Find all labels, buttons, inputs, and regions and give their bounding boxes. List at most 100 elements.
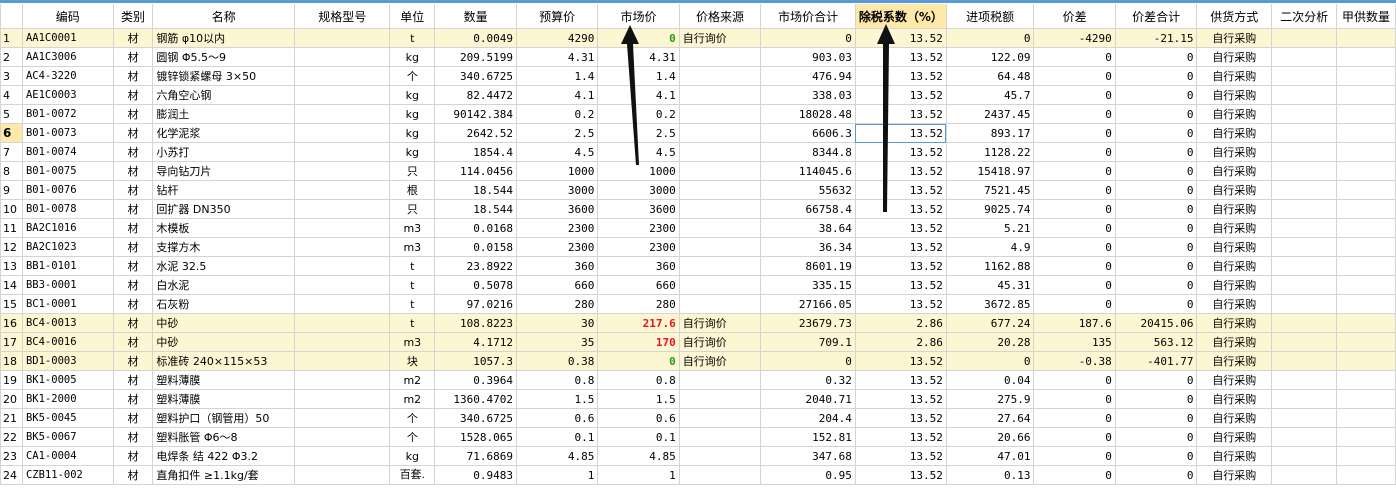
tax-coefficient-cell[interactable]: 13.52	[854, 370, 947, 390]
budget-price-cell[interactable]: 35	[515, 332, 599, 352]
code-cell[interactable]: BB3-0001	[21, 275, 114, 295]
price-diff-total-cell[interactable]: 0	[1114, 465, 1198, 485]
secondary-analysis-cell[interactable]	[1271, 465, 1337, 485]
quantity-cell[interactable]: 0.0158	[434, 237, 517, 257]
budget-price-cell[interactable]: 0.6	[515, 408, 599, 428]
category-cell[interactable]: 材	[112, 85, 154, 105]
price-diff-cell[interactable]: 135	[1033, 332, 1116, 352]
owner-supplied-qty-cell[interactable]	[1336, 47, 1396, 67]
market-price-cell[interactable]: 4.31	[597, 47, 680, 67]
unit-cell[interactable]: kg	[389, 104, 436, 124]
row-number[interactable]: 20	[0, 389, 23, 409]
market-total-cell[interactable]: 0	[760, 28, 856, 48]
spec-cell[interactable]	[294, 370, 391, 390]
tax-coefficient-cell[interactable]: 13.52	[854, 123, 947, 143]
name-cell[interactable]: 塑料薄膜	[152, 370, 296, 390]
price-diff-total-cell[interactable]: 20415.06	[1114, 313, 1198, 333]
input-tax-cell[interactable]: 677.24	[945, 313, 1035, 333]
secondary-analysis-cell[interactable]	[1271, 180, 1337, 200]
budget-price-cell[interactable]: 4.31	[515, 47, 599, 67]
input-tax-cell[interactable]: 45.31	[945, 275, 1035, 295]
unit-cell[interactable]: 个	[389, 408, 436, 428]
price-diff-cell[interactable]: 0	[1033, 408, 1116, 428]
category-cell[interactable]: 材	[112, 123, 154, 143]
input-tax-cell[interactable]: 3672.85	[945, 294, 1035, 314]
spec-cell[interactable]	[294, 218, 391, 238]
supply-method-cell[interactable]: 自行采购	[1196, 161, 1273, 181]
table-row[interactable]: 14 BB3-0001 材白水泥 t 0.5078 660 660 335.15 13.52 45…	[0, 275, 1396, 295]
code-cell[interactable]: B01-0075	[21, 161, 114, 181]
market-price-column-header[interactable]: 市场价	[597, 4, 680, 29]
market-total-cell[interactable]: 347.68	[760, 446, 856, 466]
tax-coefficient-cell[interactable]: 13.52	[854, 465, 947, 485]
row-number[interactable]: 24	[0, 465, 23, 485]
secondary-analysis-cell[interactable]	[1271, 370, 1337, 390]
row-number[interactable]: 9	[0, 180, 23, 200]
category-cell[interactable]: 材	[112, 237, 154, 257]
code-cell[interactable]: BK5-0067	[21, 427, 114, 447]
row-number[interactable]: 18	[0, 351, 23, 371]
tax-coefficient-cell[interactable]: 13.52	[854, 161, 947, 181]
table-row[interactable]: 22 BK5-0067 材塑料胀管 Φ6～8 个 1528.065 0.1 0.1 152.8…	[0, 427, 1396, 447]
table-row[interactable]: 19 BK1-0005 材塑料薄膜 m2 0.3964 0.8 0.8 0.32 13.52 0.…	[0, 370, 1396, 390]
table-row[interactable]: 2 AA1C3006 材圆钢 Φ5.5～9 kg 209.5199 4.31 4.31 903…	[0, 47, 1396, 67]
tax-coefficient-cell[interactable]: 13.52	[854, 180, 947, 200]
market-price-cell[interactable]: 2300	[597, 218, 680, 238]
market-price-cell[interactable]: 4.85	[597, 446, 680, 466]
quantity-cell[interactable]: 23.8922	[434, 256, 517, 276]
code-cell[interactable]: BB1-0101	[21, 256, 114, 276]
table-row[interactable]: 11 BA2C1016 材木模板 m3 0.0168 2300 2300 38.64 13.52…	[0, 218, 1396, 238]
secondary-analysis-cell[interactable]	[1271, 161, 1337, 181]
row-number[interactable]: 6	[0, 123, 23, 143]
code-cell[interactable]: B01-0076	[21, 180, 114, 200]
supply-method-cell[interactable]: 自行采购	[1196, 237, 1273, 257]
name-cell[interactable]: 钻杆	[152, 180, 296, 200]
spec-cell[interactable]	[294, 427, 391, 447]
secondary-analysis-cell[interactable]	[1271, 28, 1337, 48]
row-number[interactable]: 13	[0, 256, 23, 276]
market-price-cell[interactable]: 660	[597, 275, 680, 295]
table-row[interactable]: 9 B01-0076 材钻杆根 18.544 3000 3000 55632 13.52 752…	[0, 180, 1396, 200]
owner-supplied-qty-cell[interactable]	[1336, 161, 1396, 181]
quantity-cell[interactable]: 82.4472	[434, 85, 517, 105]
secondary-analysis-cell[interactable]	[1271, 427, 1337, 447]
market-total-cell[interactable]: 18028.48	[760, 104, 856, 124]
owner-supplied-qty-cell[interactable]	[1336, 256, 1396, 276]
secondary-analysis-cell[interactable]	[1271, 313, 1337, 333]
category-cell[interactable]: 材	[112, 313, 154, 333]
secondary-analysis-cell[interactable]	[1271, 446, 1337, 466]
table-row[interactable]: 10 B01-0078 材回扩器 DN350 只 18.544 3600 3600 66758…	[0, 199, 1396, 219]
spec-cell[interactable]	[294, 199, 391, 219]
budget-price-cell[interactable]: 360	[515, 256, 599, 276]
spec-cell[interactable]	[294, 104, 391, 124]
market-price-cell[interactable]: 0.1	[597, 427, 680, 447]
supply-method-cell[interactable]: 自行采购	[1196, 465, 1273, 485]
quantity-cell[interactable]: 1528.065	[434, 427, 517, 447]
tax-coefficient-cell[interactable]: 13.52	[854, 408, 947, 428]
table-row[interactable]: 4 AE1C0003 材六角空心钢 kg 82.4472 4.1 4.1 338.03 13.5…	[0, 85, 1396, 105]
unit-cell[interactable]: t	[389, 313, 436, 333]
owner-supplied-qty-cell[interactable]	[1336, 218, 1396, 238]
unit-cell[interactable]: kg	[389, 446, 436, 466]
budget-price-cell[interactable]: 280	[515, 294, 599, 314]
budget-price-cell[interactable]: 4290	[515, 28, 599, 48]
unit-cell[interactable]: 只	[389, 161, 436, 181]
category-cell[interactable]: 材	[112, 142, 154, 162]
supply-method-cell[interactable]: 自行采购	[1196, 389, 1273, 409]
unit-cell[interactable]: 块	[389, 351, 436, 371]
market-price-cell[interactable]: 0.6	[597, 408, 680, 428]
unit-cell[interactable]: t	[389, 28, 436, 48]
name-cell[interactable]: 标准砖 240×115×53	[152, 351, 296, 371]
market-total-cell[interactable]: 66758.4	[760, 199, 856, 219]
quantity-cell[interactable]: 2642.52	[434, 123, 517, 143]
category-cell[interactable]: 材	[112, 66, 154, 86]
row-number[interactable]: 23	[0, 446, 23, 466]
name-cell[interactable]: 水泥 32.5	[152, 256, 296, 276]
budget-price-cell[interactable]: 0.1	[515, 427, 599, 447]
price-diff-total-cell[interactable]: 0	[1114, 256, 1198, 276]
input-tax-cell[interactable]: 20.28	[945, 332, 1035, 352]
quantity-cell[interactable]: 0.0049	[434, 28, 517, 48]
budget-price-cell[interactable]: 0.38	[515, 351, 599, 371]
price-diff-total-cell[interactable]: 0	[1114, 199, 1198, 219]
input-tax-cell[interactable]: 0	[945, 28, 1035, 48]
